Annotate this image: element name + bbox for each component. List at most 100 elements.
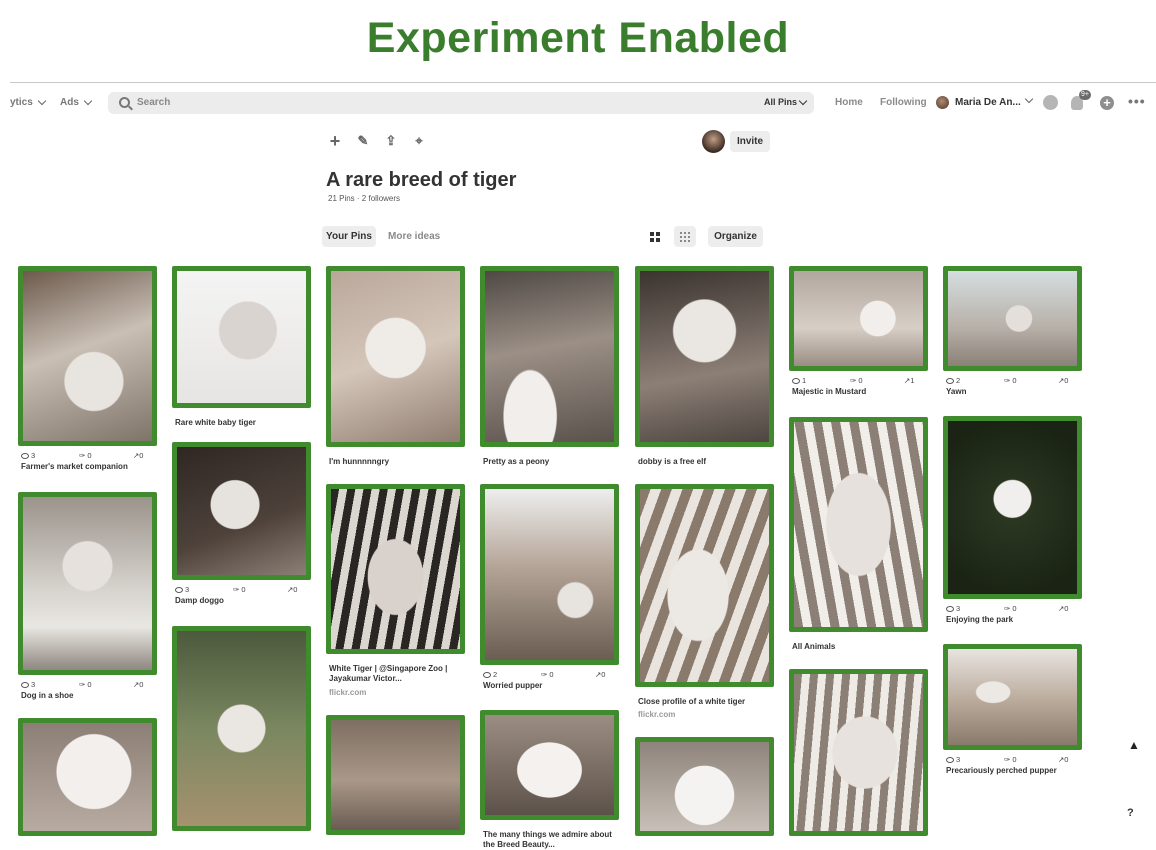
save-count: ✑ 0 <box>233 585 246 594</box>
pin-title[interactable]: The many things we admire about the Bree… <box>483 830 615 850</box>
pin-title[interactable]: Precariously perched pupper <box>946 766 1078 776</box>
home-link[interactable]: Home <box>835 97 863 108</box>
pin-icon: ✑ <box>541 670 548 679</box>
organize-button[interactable]: Organize <box>708 226 763 247</box>
arrow-icon: ↗ <box>904 376 911 385</box>
pin-icon: ✑ <box>1004 604 1011 613</box>
tab-more-ideas[interactable]: More ideas <box>388 231 440 242</box>
pin-icon: ✑ <box>233 585 240 594</box>
board-title: A rare breed of tiger <box>326 169 517 191</box>
pin-image[interactable] <box>943 266 1082 371</box>
click-count: ↗0 <box>1058 755 1069 764</box>
view-count: 3 <box>21 680 35 689</box>
arrow-icon: ↗ <box>1058 376 1065 385</box>
pencil-icon[interactable]: ✎ <box>354 132 372 150</box>
large-grid-icon[interactable] <box>644 226 666 247</box>
click-count: ↗0 <box>1058 376 1069 385</box>
pin-image[interactable] <box>480 266 619 447</box>
more-options-icon[interactable]: ••• <box>1128 93 1146 109</box>
board-owner-avatar[interactable] <box>702 130 725 153</box>
pin-image[interactable] <box>18 718 157 836</box>
help-button[interactable]: ? <box>1127 807 1134 819</box>
pin-title[interactable]: dobby is a free elf <box>638 457 770 467</box>
pin-image[interactable] <box>480 484 619 665</box>
pin-title[interactable]: I'm hunnnnngry <box>329 457 461 467</box>
view-count: 2 <box>483 670 497 679</box>
pin-image[interactable] <box>326 484 465 654</box>
view-count: 3 <box>21 451 35 460</box>
view-count: 3 <box>946 604 960 613</box>
chevron-down-icon[interactable] <box>1024 94 1034 104</box>
search-scope-dropdown[interactable]: All Pins <box>764 96 808 107</box>
pin-image[interactable] <box>789 266 928 371</box>
pin-title[interactable]: Close profile of a white tiger <box>638 697 770 707</box>
pin-image[interactable] <box>172 442 311 580</box>
analytics-menu[interactable]: ytics <box>10 96 47 108</box>
eye-icon <box>946 606 954 613</box>
pin-image[interactable] <box>326 266 465 447</box>
following-link[interactable]: Following <box>880 97 927 108</box>
notification-badge: 9+ <box>1079 90 1091 100</box>
pin-image[interactable] <box>18 266 157 446</box>
save-count: ✑ 0 <box>1004 376 1017 385</box>
plus-icon[interactable]: + <box>326 132 344 150</box>
pin-title[interactable]: Enjoying the park <box>946 615 1078 625</box>
pin-image[interactable] <box>943 416 1082 599</box>
pin-title[interactable]: Majestic in Mustard <box>792 387 924 397</box>
create-plus-icon[interactable]: + <box>1100 96 1114 110</box>
ads-label: Ads <box>60 97 79 108</box>
arrow-icon: ↗ <box>133 680 140 689</box>
view-count: 3 <box>946 755 960 764</box>
invite-button[interactable]: Invite <box>730 131 770 152</box>
pin-title[interactable]: Dog in a shoe <box>21 691 153 701</box>
pin-source[interactable]: flickr.com <box>329 688 366 697</box>
chevron-down-icon <box>37 96 47 106</box>
share-icon[interactable]: ⇪ <box>382 132 400 150</box>
pin-image[interactable] <box>172 626 311 831</box>
board-meta[interactable]: 21 Pins · 2 followers <box>328 194 400 203</box>
pin-title[interactable]: Farmer's market companion <box>21 462 153 472</box>
experiment-banner: Experiment Enabled <box>366 14 790 62</box>
cursor-icon: ▲ <box>1128 738 1140 752</box>
pin-image[interactable] <box>635 484 774 687</box>
messages-icon[interactable] <box>1043 95 1058 110</box>
arrow-icon: ↗ <box>133 451 140 460</box>
pin-title[interactable]: White Tiger | @Singapore Zoo | Jayakumar… <box>329 664 461 684</box>
save-count: ✑ 0 <box>850 376 863 385</box>
pin-title[interactable]: All Animals <box>792 642 924 652</box>
divider <box>10 82 1156 83</box>
pin-title[interactable]: Rare white baby tiger <box>175 418 307 428</box>
pin-source[interactable]: flickr.com <box>638 710 675 719</box>
eye-icon <box>21 453 29 460</box>
pin-image[interactable] <box>789 417 928 632</box>
chevron-down-icon <box>83 96 93 106</box>
ads-menu[interactable]: Ads <box>60 96 93 108</box>
pin-image[interactable] <box>18 492 157 675</box>
user-name[interactable]: Maria De An... <box>955 97 1021 108</box>
click-count: ↗1 <box>904 376 915 385</box>
click-count: ↗0 <box>133 680 144 689</box>
search-bar[interactable]: Search All Pins <box>108 92 814 114</box>
pin-title[interactable]: Damp doggo <box>175 596 307 606</box>
click-count: ↗0 <box>287 585 298 594</box>
pin-image[interactable] <box>635 266 774 447</box>
click-count: ↗0 <box>133 451 144 460</box>
pin-image[interactable] <box>326 715 465 835</box>
pin-image[interactable] <box>943 644 1082 750</box>
pin-image[interactable] <box>789 669 928 836</box>
save-count: ✑ 0 <box>79 451 92 460</box>
pin-image[interactable] <box>635 737 774 836</box>
user-avatar[interactable] <box>936 96 949 109</box>
pin-icon: ✑ <box>1004 376 1011 385</box>
pin-title[interactable]: Pretty as a peony <box>483 457 615 467</box>
pin-title[interactable]: Yawn <box>946 387 1078 397</box>
view-count: 2 <box>946 376 960 385</box>
tab-your-pins[interactable]: Your Pins <box>322 226 376 247</box>
search-input[interactable]: Search <box>137 97 170 108</box>
pin-image[interactable] <box>172 266 311 408</box>
focus-icon[interactable]: ⌖ <box>410 132 428 150</box>
pin-title[interactable]: Worried pupper <box>483 681 615 691</box>
compact-grid-icon[interactable] <box>674 226 696 247</box>
pin-image[interactable] <box>480 710 619 820</box>
click-count: ↗0 <box>595 670 606 679</box>
